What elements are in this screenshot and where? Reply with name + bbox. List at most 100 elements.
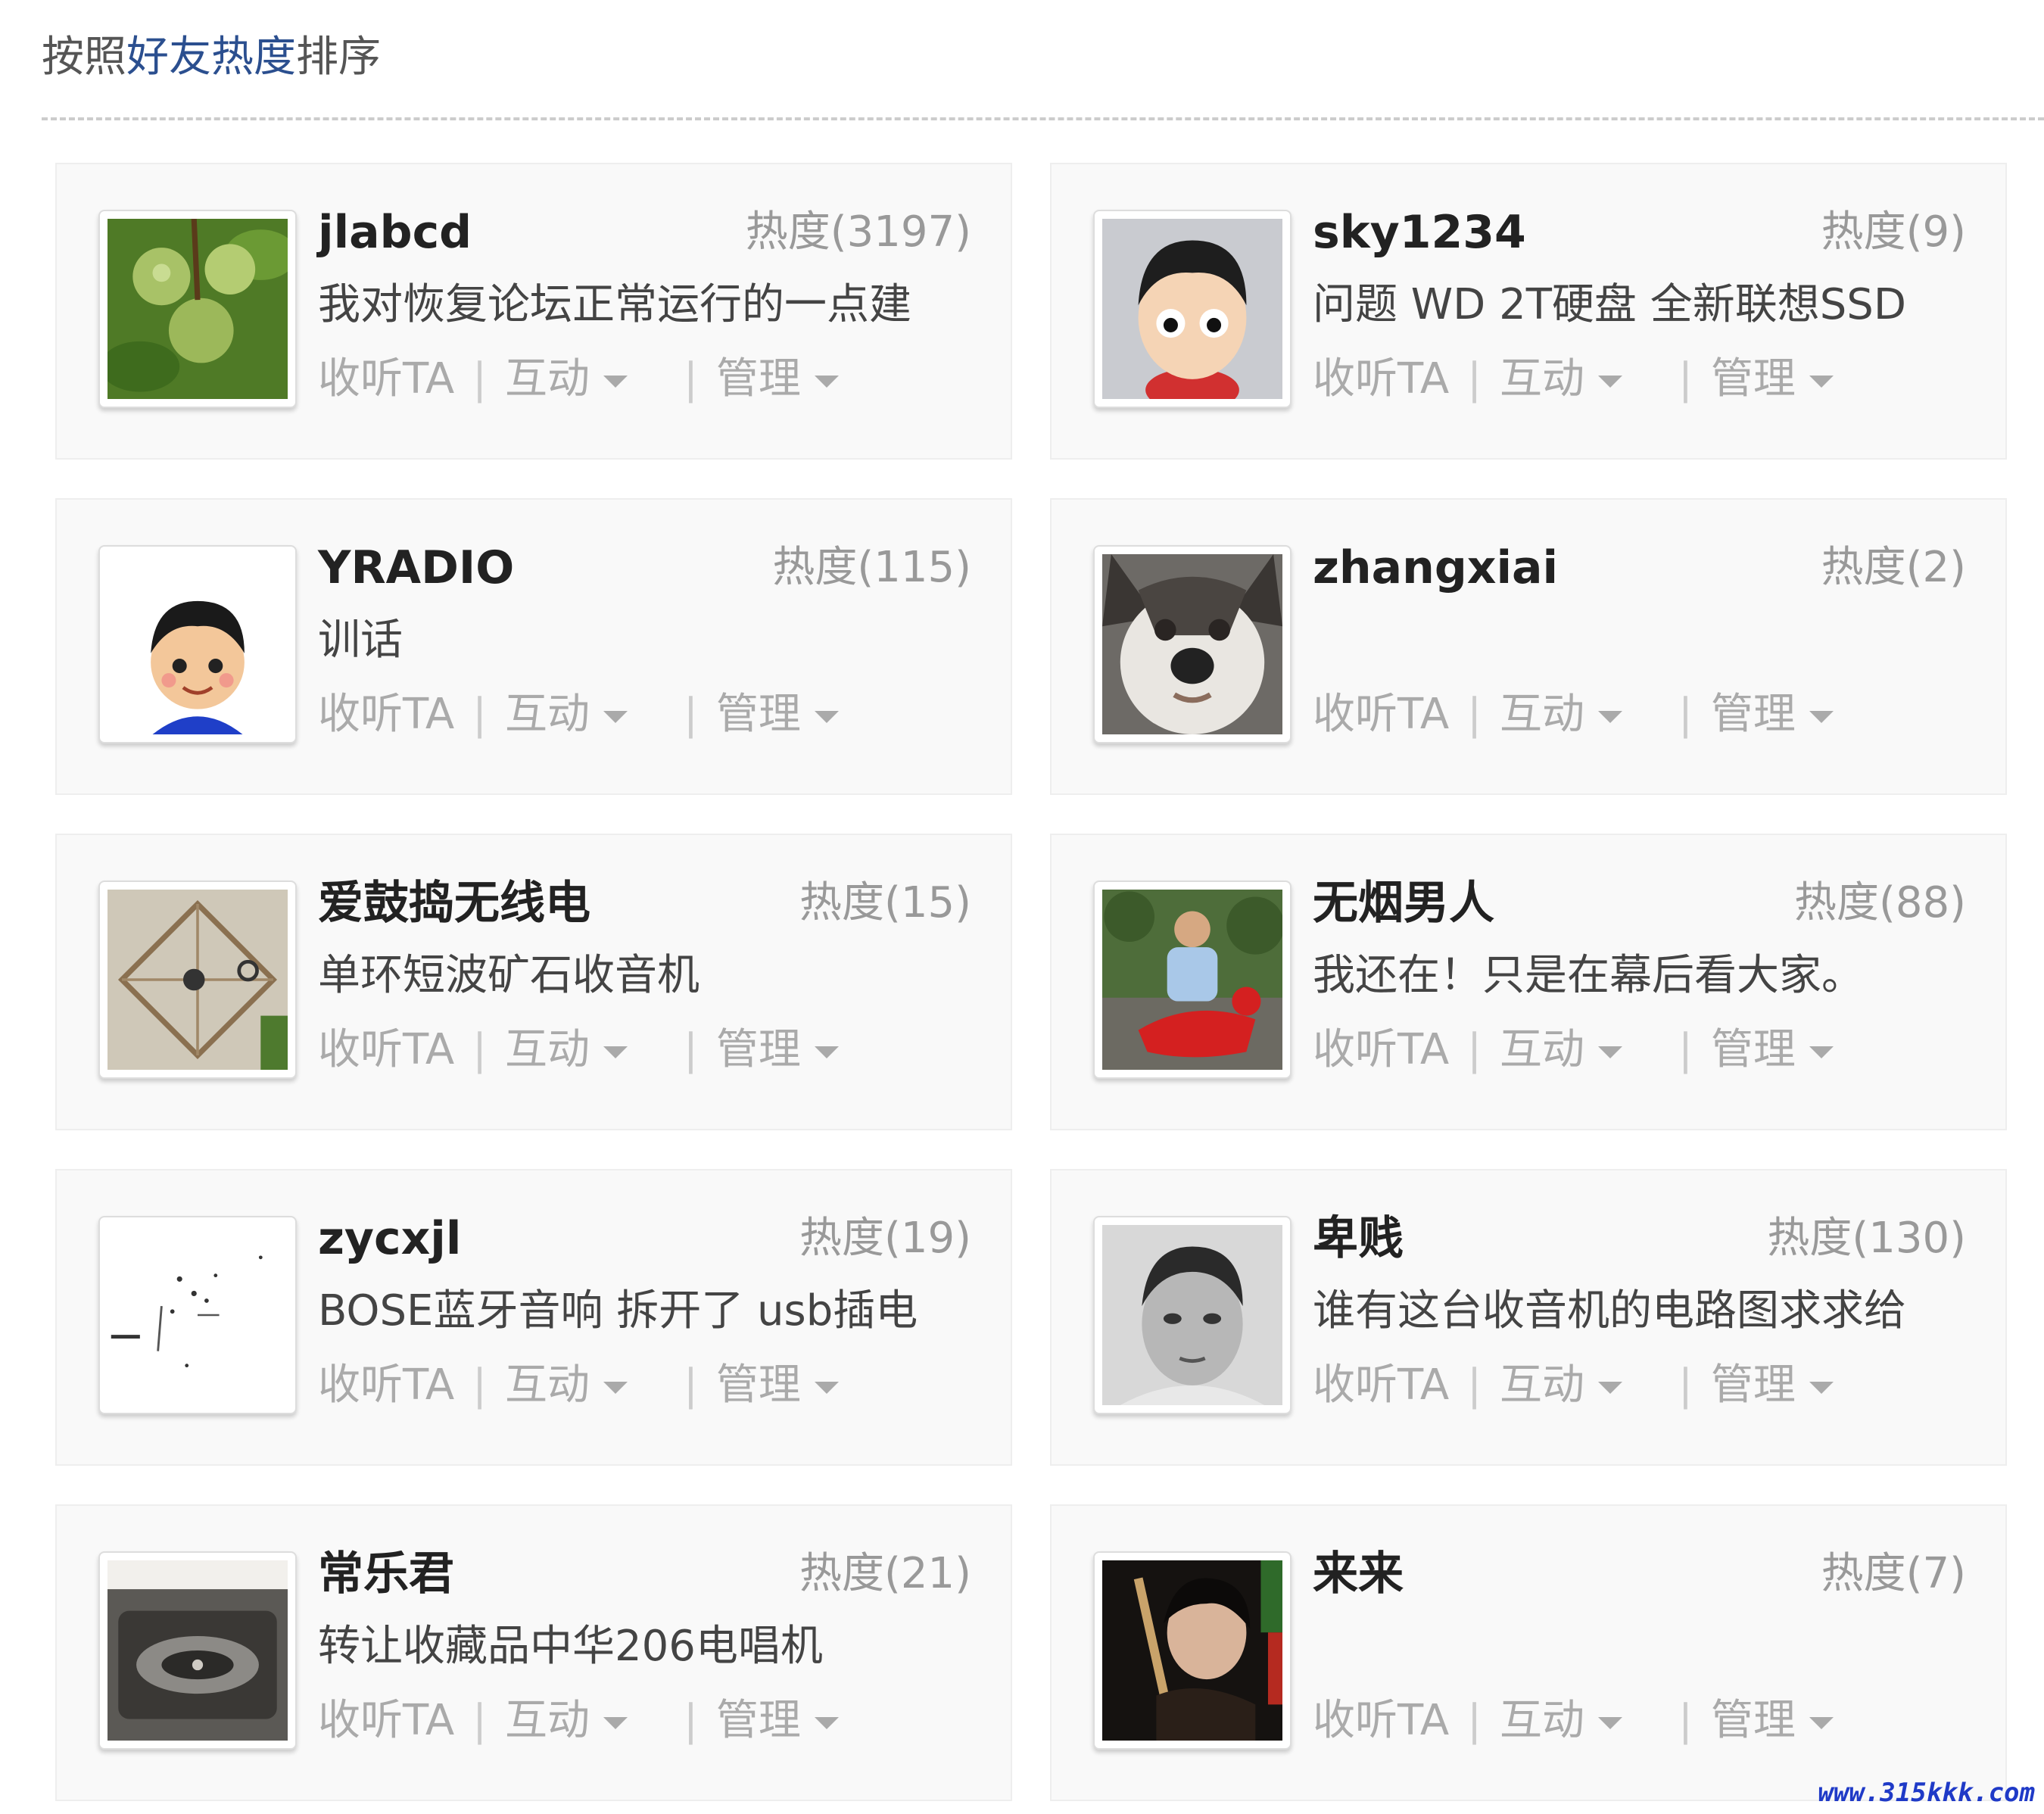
chevron-down-icon bbox=[603, 1046, 628, 1058]
avatar[interactable] bbox=[1093, 1216, 1292, 1414]
listen-button[interactable]: 收听TA bbox=[318, 1689, 454, 1753]
chevron-down-icon bbox=[603, 375, 628, 388]
manage-dropdown[interactable]: 管理 bbox=[1711, 348, 1834, 411]
latest-post[interactable]: 转让收藏品中华206电唱机 bbox=[318, 1615, 823, 1678]
friend-name[interactable]: jlabcd bbox=[318, 201, 472, 264]
latest-post[interactable]: 单环短波矿石收音机 bbox=[318, 944, 700, 1008]
listen-button[interactable]: 收听TA bbox=[1313, 1354, 1449, 1417]
chevron-down-icon bbox=[814, 1381, 839, 1394]
action-bar: 收听TA | 互动 | 管理 bbox=[1313, 348, 1834, 411]
friend-card: 常乐君 热度(21) 转让收藏品中华206电唱机 收听TA | 互动 | 管理 bbox=[55, 1504, 1012, 1801]
chevron-down-icon bbox=[603, 1716, 628, 1729]
interact-dropdown[interactable]: 互动 bbox=[505, 1689, 628, 1753]
interact-label: 互动 bbox=[1500, 1025, 1585, 1074]
manage-dropdown[interactable]: 管理 bbox=[1711, 683, 1834, 746]
avatar-cartoon-boy-image bbox=[1102, 219, 1282, 399]
sort-header-suffix: 排序 bbox=[296, 33, 381, 82]
friend-name[interactable]: 卑贱 bbox=[1313, 1207, 1404, 1270]
interact-dropdown[interactable]: 互动 bbox=[505, 683, 628, 746]
listen-button[interactable]: 收听TA bbox=[318, 1354, 454, 1417]
chevron-down-icon bbox=[1598, 710, 1623, 723]
avatar[interactable] bbox=[98, 210, 297, 408]
friend-name[interactable]: 常乐君 bbox=[318, 1542, 454, 1606]
manage-dropdown[interactable]: 管理 bbox=[716, 683, 839, 746]
listen-button[interactable]: 收听TA bbox=[1313, 1689, 1449, 1753]
interact-dropdown[interactable]: 互动 bbox=[1500, 683, 1623, 746]
chevron-down-icon bbox=[1809, 1381, 1834, 1394]
friend-name[interactable]: zhangxiai bbox=[1313, 536, 1558, 600]
listen-button[interactable]: 收听TA bbox=[318, 348, 454, 411]
avatar[interactable] bbox=[1093, 1551, 1292, 1750]
latest-post[interactable]: 训话 bbox=[318, 609, 403, 672]
manage-dropdown[interactable]: 管理 bbox=[1711, 1354, 1834, 1417]
chevron-down-icon bbox=[1809, 375, 1834, 388]
friend-card: jlabcd 热度(3197) 我对恢复论坛正常运行的一点建 收听TA | 互动 | 管… bbox=[55, 163, 1012, 460]
friend-name[interactable]: sky1234 bbox=[1313, 201, 1526, 264]
friend-name[interactable]: 无烟男人 bbox=[1313, 871, 1494, 935]
chevron-down-icon bbox=[1598, 1046, 1623, 1058]
interact-dropdown[interactable]: 互动 bbox=[1500, 1018, 1623, 1082]
interact-dropdown[interactable]: 互动 bbox=[505, 1354, 628, 1417]
manage-dropdown[interactable]: 管理 bbox=[716, 348, 839, 411]
interact-label: 互动 bbox=[505, 1025, 590, 1074]
interact-dropdown[interactable]: 互动 bbox=[1500, 348, 1623, 411]
separator: | bbox=[1678, 354, 1693, 404]
manage-label: 管理 bbox=[1710, 354, 1796, 404]
latest-post[interactable]: 我对恢复论坛正常运行的一点建 bbox=[318, 273, 911, 337]
friend-name[interactable]: YRADIO bbox=[318, 536, 514, 600]
chevron-down-icon bbox=[1598, 1716, 1623, 1729]
friend-name[interactable]: zycxjl bbox=[318, 1207, 461, 1270]
avatar[interactable] bbox=[98, 1216, 297, 1414]
chevron-down-icon bbox=[1809, 1716, 1834, 1729]
avatar-husky-dog-image bbox=[1102, 554, 1282, 734]
sort-header-prefix: 按照 bbox=[42, 33, 126, 82]
separator: | bbox=[1678, 1025, 1693, 1074]
chevron-down-icon bbox=[603, 710, 628, 723]
manage-dropdown[interactable]: 管理 bbox=[716, 1354, 839, 1417]
listen-button[interactable]: 收听TA bbox=[1313, 1018, 1449, 1082]
avatar[interactable] bbox=[98, 545, 297, 743]
latest-post[interactable]: 谁有这台收音机的电路图求求给 bbox=[1313, 1279, 1906, 1343]
avatar[interactable] bbox=[98, 881, 297, 1079]
interact-dropdown[interactable]: 互动 bbox=[1500, 1689, 1623, 1753]
chevron-down-icon bbox=[814, 375, 839, 388]
separator: | bbox=[684, 690, 698, 739]
sort-by-heat-link[interactable]: 好友热度 bbox=[126, 33, 296, 82]
manage-dropdown[interactable]: 管理 bbox=[1711, 1018, 1834, 1082]
friend-card: sky1234 热度(9) 问题 WD 2T硬盘 全新联想SSD 收听TA | 互动… bbox=[1050, 163, 2007, 460]
avatar[interactable] bbox=[1093, 881, 1292, 1079]
avatar[interactable] bbox=[98, 1551, 297, 1750]
friend-name[interactable]: 来来 bbox=[1313, 1542, 1404, 1606]
friend-name[interactable]: 爱鼓捣无线电 bbox=[318, 871, 590, 935]
separator: | bbox=[1467, 1696, 1482, 1745]
listen-button[interactable]: 收听TA bbox=[1313, 348, 1449, 411]
listen-button[interactable]: 收听TA bbox=[318, 683, 454, 746]
heat-score: 热度(7) bbox=[1821, 1549, 1966, 1598]
chevron-down-icon bbox=[814, 710, 839, 723]
latest-post[interactable]: 我还在！只是在幕后看大家。 bbox=[1313, 944, 1864, 1008]
interact-dropdown[interactable]: 互动 bbox=[1500, 1354, 1623, 1417]
friend-card: 爱鼓捣无线电 热度(15) 单环短波矿石收音机 收听TA | 互动 | 管理 bbox=[55, 834, 1012, 1130]
manage-label: 管理 bbox=[715, 1025, 801, 1074]
dashed-divider bbox=[42, 117, 2044, 120]
manage-label: 管理 bbox=[715, 690, 801, 739]
action-bar: 收听TA | 互动 | 管理 bbox=[1313, 1689, 1834, 1753]
separator: | bbox=[1678, 1360, 1693, 1410]
interact-label: 互动 bbox=[505, 354, 590, 404]
action-bar: 收听TA | 互动 | 管理 bbox=[318, 1018, 839, 1082]
listen-button[interactable]: 收听TA bbox=[318, 1018, 454, 1082]
avatar[interactable] bbox=[1093, 210, 1292, 408]
avatar[interactable] bbox=[1093, 545, 1292, 743]
listen-button[interactable]: 收听TA bbox=[1313, 683, 1449, 746]
separator: | bbox=[1467, 1025, 1482, 1074]
manage-dropdown[interactable]: 管理 bbox=[1711, 1689, 1834, 1753]
interact-dropdown[interactable]: 互动 bbox=[505, 1018, 628, 1082]
heat-score: 热度(2) bbox=[1821, 543, 1966, 592]
heat-score: 热度(9) bbox=[1821, 207, 1966, 257]
interact-dropdown[interactable]: 互动 bbox=[505, 348, 628, 411]
manage-dropdown[interactable]: 管理 bbox=[716, 1018, 839, 1082]
manage-label: 管理 bbox=[715, 1696, 801, 1745]
latest-post[interactable]: 问题 WD 2T硬盘 全新联想SSD bbox=[1313, 273, 1906, 337]
latest-post[interactable]: BOSE蓝牙音响 拆开了 usb插电 bbox=[318, 1279, 918, 1343]
manage-dropdown[interactable]: 管理 bbox=[716, 1689, 839, 1753]
